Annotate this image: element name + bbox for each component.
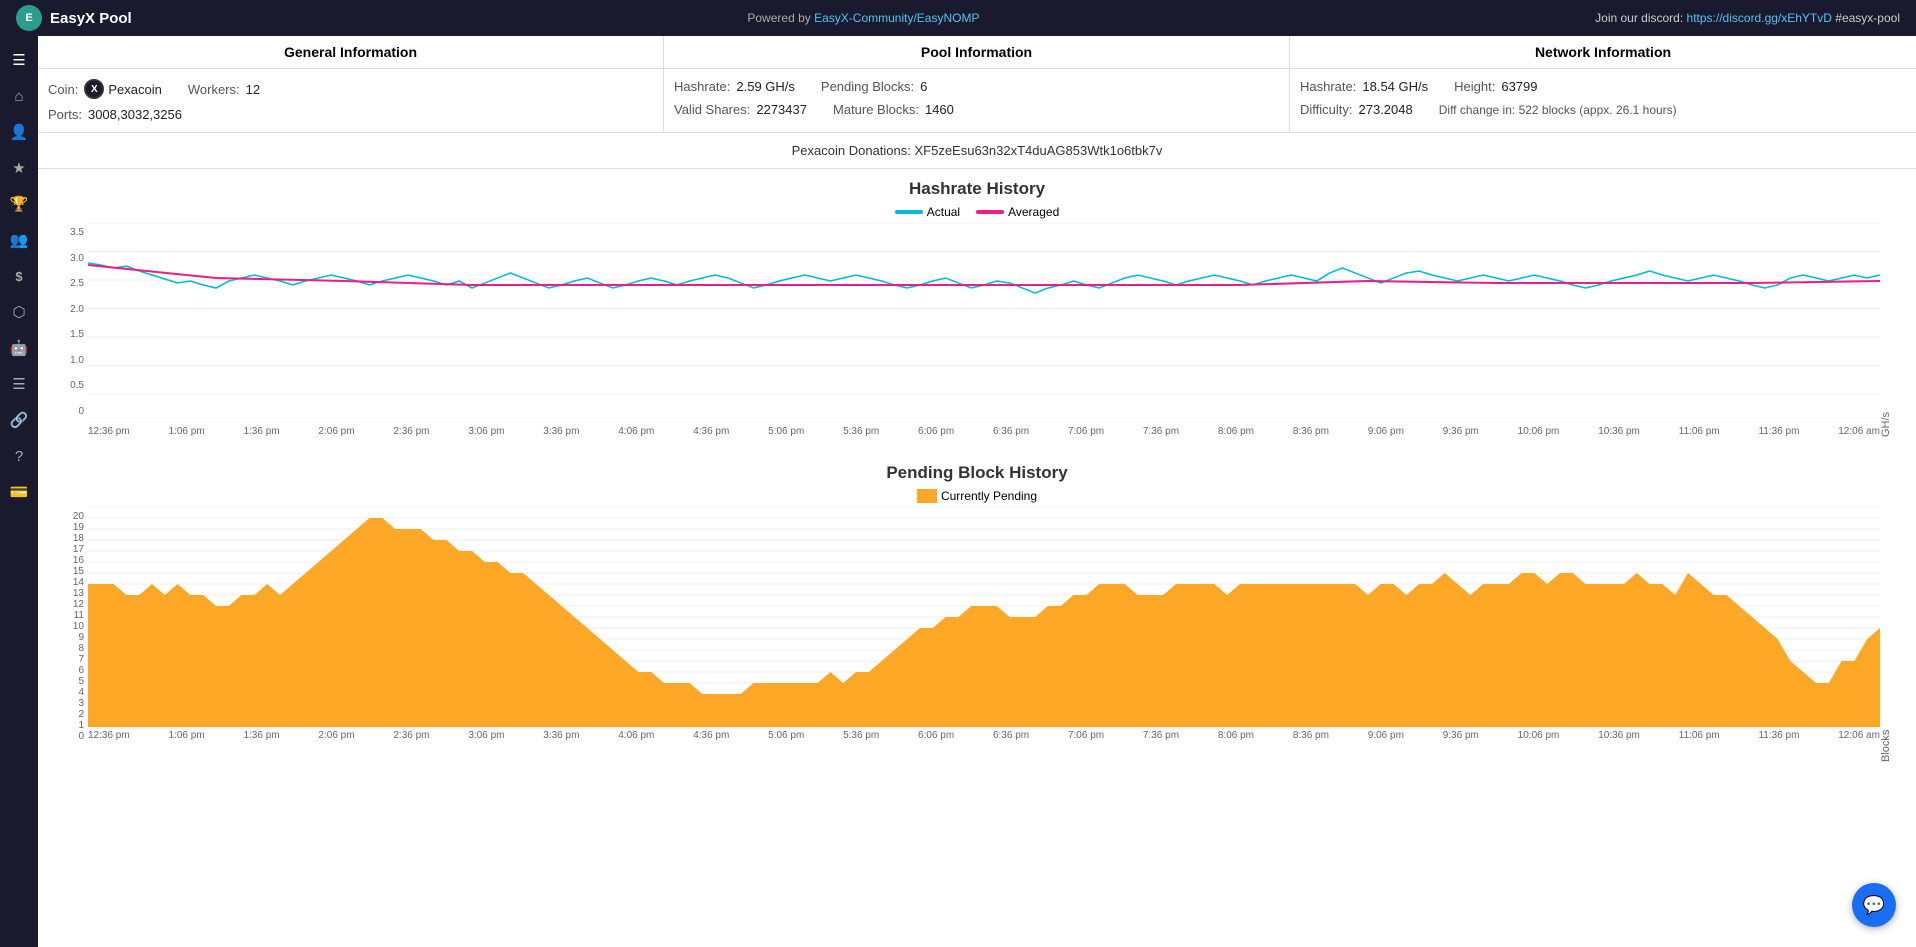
legend-pending-label: Currently Pending [941, 489, 1037, 503]
general-info-rows: Coin: X Pexacoin Workers: 12 Ports: 3008… [38, 69, 663, 132]
coin-name: Pexacoin [108, 82, 161, 97]
donation-text: Pexacoin Donations: XF5zeEsu63n32xT4duAG… [792, 143, 1163, 158]
hashrate-svg [88, 223, 1880, 423]
network-info-col: Network Information Hashrate: 18.54 GH/s… [1290, 36, 1916, 132]
pending-area [88, 518, 1880, 727]
network-hashrate-value: 18.54 GH/s [1362, 79, 1428, 94]
pending-y-axis: 20 19 18 17 16 15 14 13 12 11 10 9 8 7 6… [58, 507, 88, 762]
pending-x-labels: 12:36 pm 1:06 pm 1:36 pm 2:06 pm 2:36 pm… [88, 727, 1880, 741]
sidebar-item-list[interactable]: ☰ [3, 368, 35, 400]
coin-icon: X [84, 79, 104, 99]
diff-change-label: Diff change in: 522 blocks (appx. 26.1 h… [1439, 103, 1677, 117]
pending-y-label: Blocks [1880, 507, 1896, 762]
sidebar-item-box[interactable]: ⬡ [3, 296, 35, 328]
sidebar-item-star[interactable]: ★ [3, 152, 35, 184]
valid-shares-value: 2273437 [756, 102, 807, 117]
ports-row: Ports: 3008,3032,3256 [38, 103, 663, 126]
sidebar-item-user-add[interactable]: 👤 [3, 116, 35, 148]
network-hashrate-label: Hashrate: [1300, 79, 1356, 94]
sidebar: ☰ ⌂ 👤 ★ 🏆 👥 $ ⬡ 🤖 ☰ 🔗 ? 💳 [0, 36, 38, 947]
sidebar-item-help[interactable]: ? [3, 440, 35, 472]
height-value: 63799 [1501, 79, 1537, 94]
main-content: General Information Coin: X Pexacoin Wor… [38, 36, 1916, 947]
sidebar-item-dollar[interactable]: $ [3, 260, 35, 292]
discord-tag: #easyx-pool [1835, 11, 1900, 25]
ports-value: 3008,3032,3256 [88, 107, 182, 122]
pool-info-header: Pool Information [664, 36, 1289, 69]
pending-blocks-value: 6 [920, 79, 927, 94]
pool-info-col: Pool Information Hashrate: 2.59 GH/s Pen… [664, 36, 1290, 132]
legend-actual: Actual [895, 205, 960, 219]
sidebar-item-card[interactable]: 💳 [3, 476, 35, 508]
hashrate-chart-section: Hashrate History Actual Averaged 3.5 3.0… [38, 169, 1916, 447]
topbar: E EasyX Pool Powered by EasyX-Community/… [0, 0, 1916, 36]
legend-averaged: Averaged [976, 205, 1059, 219]
valid-shares-row: Valid Shares: 2273437 Mature Blocks: 146… [664, 98, 1289, 121]
network-info-rows: Hashrate: 18.54 GH/s Height: 63799 Diffi… [1290, 69, 1916, 127]
sidebar-item-home[interactable]: ⌂ [3, 80, 35, 112]
chat-icon: 💬 [1863, 895, 1885, 916]
hashrate-x-labels: 12:36 pm 1:06 pm 1:36 pm 2:06 pm 2:36 pm… [88, 423, 1880, 437]
legend-pending: Currently Pending [917, 489, 1037, 503]
pending-chart-area [88, 507, 1880, 727]
pending-chart-section: Pending Block History Currently Pending … [38, 447, 1916, 772]
topbar-right: Join our discord: https://discord.gg/xEh… [1595, 11, 1900, 25]
legend-averaged-label: Averaged [1008, 205, 1059, 219]
mature-blocks-value: 1460 [925, 102, 954, 117]
pool-hashrate-row: Hashrate: 2.59 GH/s Pending Blocks: 6 [664, 75, 1289, 98]
legend-actual-label: Actual [927, 205, 960, 219]
height-label: Height: [1454, 79, 1495, 94]
pending-legend: Currently Pending [58, 489, 1896, 503]
mature-blocks-label: Mature Blocks: [833, 102, 919, 117]
discord-link[interactable]: https://discord.gg/xEhYTvD [1687, 11, 1832, 25]
difficulty-value: 273.2048 [1359, 102, 1413, 117]
valid-shares-label: Valid Shares: [674, 102, 750, 117]
actual-line [88, 263, 1880, 293]
general-info-col: General Information Coin: X Pexacoin Wor… [38, 36, 664, 132]
logo-icon: E [16, 5, 42, 31]
coin-badge: X Pexacoin [84, 79, 161, 99]
sidebar-item-link[interactable]: 🔗 [3, 404, 35, 436]
powered-by-text: Powered by [747, 11, 810, 25]
hashrate-chart-area [88, 223, 1880, 423]
coin-row: Coin: X Pexacoin Workers: 12 [38, 75, 663, 103]
pending-chart-title: Pending Block History [58, 463, 1896, 483]
hashrate-legend: Actual Averaged [58, 205, 1896, 219]
powered-by-link[interactable]: EasyX-Community/EasyNOMP [814, 11, 979, 25]
topbar-center: Powered by EasyX-Community/EasyNOMP [747, 11, 979, 25]
network-hashrate-row: Hashrate: 18.54 GH/s Height: 63799 [1290, 75, 1916, 98]
chat-button[interactable]: 💬 [1852, 883, 1896, 927]
logo-text: EasyX Pool [50, 10, 132, 27]
pending-swatch [917, 489, 937, 503]
workers-label: Workers: [188, 82, 240, 97]
actual-swatch [895, 210, 923, 214]
pool-hashrate-value: 2.59 GH/s [736, 79, 795, 94]
discord-text: Join our discord: [1595, 11, 1683, 25]
sidebar-item-trophy[interactable]: 🏆 [3, 188, 35, 220]
logo: E EasyX Pool [16, 5, 132, 31]
pool-hashrate-label: Hashrate: [674, 79, 730, 94]
hashrate-y-label: GH/s [1880, 223, 1896, 437]
difficulty-label: Difficulty: [1300, 102, 1353, 117]
workers-value: 12 [246, 82, 260, 97]
averaged-swatch [976, 210, 1004, 214]
difficulty-row: Difficulty: 273.2048 Diff change in: 522… [1290, 98, 1916, 121]
pending-svg [88, 507, 1880, 727]
sidebar-item-menu[interactable]: ☰ [3, 44, 35, 76]
hashrate-y-axis: 3.5 3.0 2.5 2.0 1.5 1.0 0.5 0 [58, 223, 88, 437]
sidebar-item-robot[interactable]: 🤖 [3, 332, 35, 364]
pending-blocks-label: Pending Blocks: [821, 79, 914, 94]
sidebar-item-users[interactable]: 👥 [3, 224, 35, 256]
general-info-header: General Information [38, 36, 663, 69]
donation-bar: Pexacoin Donations: XF5zeEsu63n32xT4duAG… [38, 133, 1916, 169]
hashrate-chart-title: Hashrate History [58, 179, 1896, 199]
ports-label: Ports: [48, 107, 82, 122]
coin-label: Coin: [48, 82, 78, 97]
network-info-header: Network Information [1290, 36, 1916, 69]
averaged-line [88, 265, 1880, 285]
info-section: General Information Coin: X Pexacoin Wor… [38, 36, 1916, 133]
pool-info-rows: Hashrate: 2.59 GH/s Pending Blocks: 6 Va… [664, 69, 1289, 127]
